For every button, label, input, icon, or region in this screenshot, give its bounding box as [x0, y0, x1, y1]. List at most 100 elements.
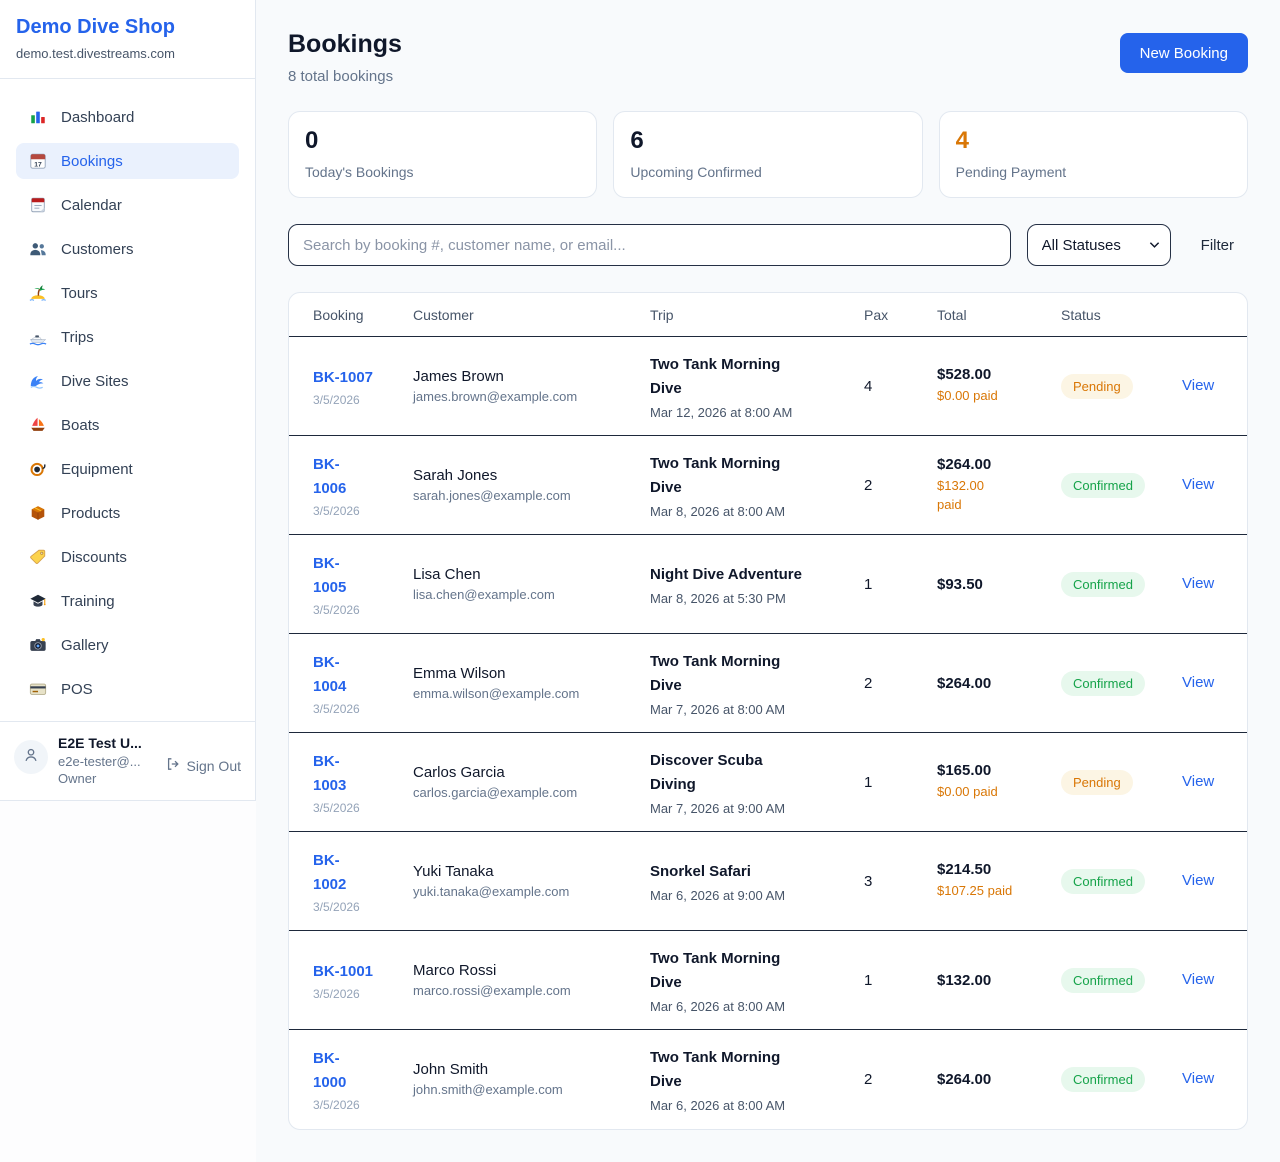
paid-amount: $0.00 paid [937, 387, 1037, 406]
table-row: BK- 1003 3/5/2026 Carlos Garcia carlos.g… [289, 733, 1247, 832]
user-block: E2E Test U... e2e-tester@... Owner Sign … [0, 721, 255, 800]
trip-datetime: Mar 7, 2026 at 9:00 AM [650, 801, 840, 816]
pax-count: 4 [852, 337, 925, 436]
island-icon [28, 283, 48, 303]
customer-email: carlos.garcia@example.com [413, 785, 626, 800]
stat-value: 4 [956, 127, 1231, 155]
svg-text:17: 17 [34, 161, 42, 168]
booking-date: 3/5/2026 [313, 987, 389, 1001]
package-icon [28, 503, 48, 523]
customer-name: John Smith [413, 1061, 626, 1078]
page-title: Bookings [288, 30, 402, 59]
view-link[interactable]: View [1182, 674, 1214, 691]
filter-button[interactable]: Filter [1187, 237, 1248, 254]
total-amount: $132.00 [937, 972, 1037, 989]
total-amount: $264.00 [937, 1071, 1037, 1088]
user-name: E2E Test U... [58, 734, 142, 752]
stat-card-pending-payment: 4 Pending Payment [939, 111, 1248, 198]
view-link[interactable]: View [1182, 971, 1214, 988]
trip-name: Snorkel Safari [650, 860, 840, 884]
view-link[interactable]: View [1182, 476, 1214, 493]
pax-count: 2 [852, 1030, 925, 1129]
view-link[interactable]: View [1182, 575, 1214, 592]
page-header: Bookings 8 total bookings New Booking [288, 30, 1248, 85]
bookings-table-card: Booking Customer Trip Pax Total Status B… [288, 292, 1248, 1130]
sign-out-label: Sign Out [187, 758, 241, 774]
sidebar-item-label: Dive Sites [61, 373, 129, 390]
sidebar-item-label: Trips [61, 329, 94, 346]
pax-count: 1 [852, 931, 925, 1030]
booking-ref-link[interactable]: BK- 1005 [313, 552, 346, 600]
view-link[interactable]: View [1182, 773, 1214, 790]
booking-ref-link[interactable]: BK-1007 [313, 366, 373, 390]
sidebar-item-trips[interactable]: Trips [16, 319, 239, 355]
booking-ref-link[interactable]: BK-1001 [313, 960, 373, 984]
view-link[interactable]: View [1182, 872, 1214, 889]
sidebar-item-discounts[interactable]: Discounts [16, 539, 239, 575]
brand-title: Demo Dive Shop [16, 16, 239, 39]
page-subtitle: 8 total bookings [288, 68, 402, 85]
sidebar-item-label: Tours [61, 285, 98, 302]
sidebar-item-gallery[interactable]: Gallery [16, 627, 239, 663]
booking-ref-link[interactable]: BK- 1002 [313, 849, 346, 897]
search-input[interactable] [288, 224, 1011, 266]
table-header-row: Booking Customer Trip Pax Total Status [289, 293, 1247, 337]
trip-name: Two Tank Morning Dive [650, 452, 840, 500]
sign-out-icon [165, 756, 181, 775]
trip-name: Discover Scuba Diving [650, 749, 840, 797]
sidebar-item-label: Bookings [61, 153, 123, 170]
customers-icon [28, 239, 48, 259]
booking-ref-link[interactable]: BK- 1004 [313, 651, 346, 699]
sidebar-item-bookings[interactable]: 17 Bookings [16, 143, 239, 179]
sidebar-item-dive-sites[interactable]: Dive Sites [16, 363, 239, 399]
pax-count: 1 [852, 535, 925, 634]
sailboat-icon [28, 415, 48, 435]
dive-mask-icon [28, 459, 48, 479]
status-select-wrap: All Statuses [1027, 224, 1171, 266]
total-amount: $165.00 [937, 762, 1037, 779]
paid-amount: $107.25 paid [937, 882, 1037, 901]
sidebar-nav: Dashboard 17 Bookings Calendar Customers… [0, 79, 255, 721]
credit-card-icon [28, 679, 48, 699]
sign-out-button[interactable]: Sign Out [165, 756, 241, 775]
sidebar-item-boats[interactable]: Boats [16, 407, 239, 443]
trip-datetime: Mar 8, 2026 at 5:30 PM [650, 591, 840, 606]
trip-datetime: Mar 7, 2026 at 8:00 AM [650, 702, 840, 717]
trip-datetime: Mar 6, 2026 at 9:00 AM [650, 888, 840, 903]
sidebar-item-label: POS [61, 681, 93, 698]
stat-label: Today's Bookings [305, 164, 580, 180]
sidebar-item-dashboard[interactable]: Dashboard [16, 99, 239, 135]
booking-date: 3/5/2026 [313, 702, 389, 716]
status-filter-select[interactable]: All Statuses [1027, 224, 1171, 266]
view-link[interactable]: View [1182, 1070, 1214, 1087]
view-link[interactable]: View [1182, 377, 1214, 394]
sidebar-item-tours[interactable]: Tours [16, 275, 239, 311]
sidebar-item-customers[interactable]: Customers [16, 231, 239, 267]
sidebar-item-pos[interactable]: POS [16, 671, 239, 707]
new-booking-button[interactable]: New Booking [1120, 33, 1248, 73]
sidebar-item-equipment[interactable]: Equipment [16, 451, 239, 487]
total-amount: $264.00 [937, 675, 1037, 692]
table-row: BK- 1000 3/5/2026 John Smith john.smith@… [289, 1030, 1247, 1129]
trip-datetime: Mar 12, 2026 at 8:00 AM [650, 405, 840, 420]
customer-email: sarah.jones@example.com [413, 488, 626, 503]
booking-ref-link[interactable]: BK- 1000 [313, 1047, 346, 1095]
column-header-actions [1170, 293, 1247, 337]
pax-count: 3 [852, 832, 925, 931]
table-row: BK- 1005 3/5/2026 Lisa Chen lisa.chen@ex… [289, 535, 1247, 634]
trip-name: Two Tank Morning Dive [650, 1046, 840, 1094]
stat-value: 6 [630, 127, 905, 155]
booking-ref-link[interactable]: BK- 1006 [313, 453, 346, 501]
column-header-booking: Booking [289, 293, 401, 337]
customer-email: john.smith@example.com [413, 1082, 626, 1097]
speedboat-icon [28, 327, 48, 347]
sidebar-item-training[interactable]: Training [16, 583, 239, 619]
sidebar-item-calendar[interactable]: Calendar [16, 187, 239, 223]
pax-count: 2 [852, 436, 925, 535]
sidebar-item-products[interactable]: Products [16, 495, 239, 531]
booking-date: 3/5/2026 [313, 801, 389, 815]
wave-icon [28, 371, 48, 391]
status-badge: Confirmed [1061, 869, 1145, 894]
table-row: BK-1001 3/5/2026 Marco Rossi marco.rossi… [289, 931, 1247, 1030]
booking-ref-link[interactable]: BK- 1003 [313, 750, 346, 798]
